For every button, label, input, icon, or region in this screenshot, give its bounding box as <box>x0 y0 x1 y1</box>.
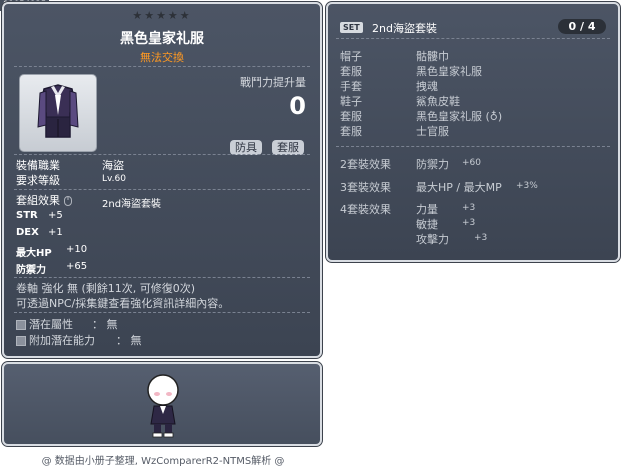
potential-value: ： 無 <box>92 318 118 331</box>
level-label: 要求等級 <box>16 174 60 187</box>
bonus-value: +3 <box>462 218 476 228</box>
stat-name: 防禦力 <box>16 265 46 276</box>
bonus-label: 4套裝效果 <box>340 203 391 216</box>
job-value: 海盜 <box>102 159 124 172</box>
job-label: 裝備職業 <box>16 159 60 172</box>
character-preview-panel <box>1 361 323 447</box>
stat-value: +1 <box>48 227 63 238</box>
set-count: 0 / 4 <box>558 19 606 34</box>
set-part-row: 手套 拽魂 <box>340 78 438 94</box>
set-info-panel: SET 2nd海盜套裝 0 / 4 帽子 骷髏巾 套服 黑色皇家礼服 手套 拽魂… <box>325 1 621 263</box>
set-part-row: 帽子 骷髏巾 <box>340 48 449 64</box>
star-rating: ★★★★★ <box>132 9 192 22</box>
potential-bullet-icon <box>16 320 26 330</box>
set-part-slot: 套服 <box>340 125 362 138</box>
bonus-stat: 力量 <box>416 203 438 216</box>
bonus-stat: 防禦力 <box>416 158 449 171</box>
divider <box>336 38 610 39</box>
set-effect-label: 套組效果 <box>16 192 72 208</box>
item-name: 黑色皇家礼服 <box>120 31 204 47</box>
divider <box>14 312 310 313</box>
level-value: Lv.60 <box>102 174 126 184</box>
attack-increase-value: 0 <box>289 92 306 120</box>
character-avatar-icon <box>147 374 179 438</box>
divider <box>14 66 310 67</box>
item-icon-box <box>19 74 97 152</box>
attack-increase-label: 戰鬥力提升量 <box>240 76 306 89</box>
set-part-name: 士官服 <box>416 125 449 138</box>
set-part-slot: 套服 <box>340 65 362 78</box>
bonus-stat: 敏捷 <box>416 218 438 231</box>
npc-info: 可透過NPC/採集鍵查看強化資訊詳細內容。 <box>16 297 230 310</box>
set-part-slot: 鞋子 <box>340 95 362 108</box>
footer-credit: @ 数据由小册子整理, WzComparerR2-NTMS解析 @ <box>41 456 285 467</box>
stat-name: DEX <box>16 227 39 238</box>
bonus-stat: 最大HP / 最大MP <box>416 181 502 194</box>
bonus-stat: 攻擊力 <box>416 233 449 246</box>
additional-potential-row: 附加潛在能力 <box>16 332 95 348</box>
set-effect-text: 套組效果 <box>16 194 60 207</box>
set-part-row: 套服 黑色皇家礼服 (♁) <box>340 108 502 124</box>
set-bonus-2: 2套裝效果 防禦力 +60 <box>340 156 481 172</box>
divider <box>14 277 310 278</box>
additional-potential-label: 附加潛在能力 <box>29 334 95 347</box>
stat-name: STR <box>16 210 38 221</box>
set-part-name: 黑色皇家礼服 <box>416 65 482 78</box>
bonus-value: +60 <box>462 158 481 168</box>
royal-suit-icon <box>37 84 79 138</box>
tag-overall: 套服 <box>272 140 304 155</box>
divider <box>336 146 610 147</box>
set-part-name: 黑色皇家礼服 (♁) <box>416 110 503 123</box>
stat-name: 最大HP <box>16 248 52 259</box>
set-part-slot: 手套 <box>340 80 362 93</box>
potential-row: 潛在屬性 <box>16 316 73 332</box>
stat-dex: DEX +1 <box>16 227 63 238</box>
set-part-row: 套服 黑色皇家礼服 <box>340 63 482 79</box>
bonus-value: +3% <box>516 181 538 191</box>
additional-potential-value: ： 無 <box>116 334 142 347</box>
item-tooltip-panel: ★★★★★ 黑色皇家礼服 無法交換 戰鬥力提升量 0 防具 套服 裝備職業 海盜… <box>1 1 323 359</box>
set-part-name: 骷髏巾 <box>416 50 449 63</box>
bonus-value: +3 <box>462 203 476 213</box>
set-part-name: 鯊魚皮鞋 <box>416 95 460 108</box>
stat-max-hp: 最大HP +10 <box>16 244 87 259</box>
bonus-value: +3 <box>474 233 488 243</box>
additional-potential-bullet-icon <box>16 336 26 346</box>
stat-str: STR +5 <box>16 210 63 221</box>
potential-label: 潛在屬性 <box>29 318 73 331</box>
trade-status: 無法交換 <box>140 51 184 64</box>
set-part-slot: 帽子 <box>340 50 362 63</box>
set-part-slot: 套服 <box>340 110 362 123</box>
bonus-label: 3套裝效果 <box>340 181 391 194</box>
set-part-name: 拽魂 <box>416 80 438 93</box>
stat-value: +65 <box>66 261 88 272</box>
set-title: 2nd海盜套裝 <box>372 22 437 35</box>
set-badge: SET <box>340 22 363 33</box>
stat-defense: 防禦力 +65 <box>16 261 87 276</box>
stat-value: +10 <box>66 244 88 255</box>
divider <box>14 189 310 190</box>
set-part-row: 鞋子 鯊魚皮鞋 <box>340 93 460 109</box>
set-bonus-4: 4套裝效果 力量 +3 <box>340 201 475 217</box>
set-bonus-3: 3套裝效果 最大HP / 最大MP +3% <box>340 179 538 195</box>
tag-armor: 防具 <box>230 140 262 155</box>
enhance-info: 卷軸 強化 無 (剩餘11次, 可修復0次) <box>16 282 196 295</box>
divider <box>14 154 310 155</box>
set-part-row: 套服 士官服 <box>340 123 449 139</box>
stat-value: +5 <box>48 210 63 221</box>
bonus-label: 2套裝效果 <box>340 158 391 171</box>
set-name: 2nd海盜套裝 <box>102 199 162 210</box>
mouse-icon <box>63 196 72 206</box>
